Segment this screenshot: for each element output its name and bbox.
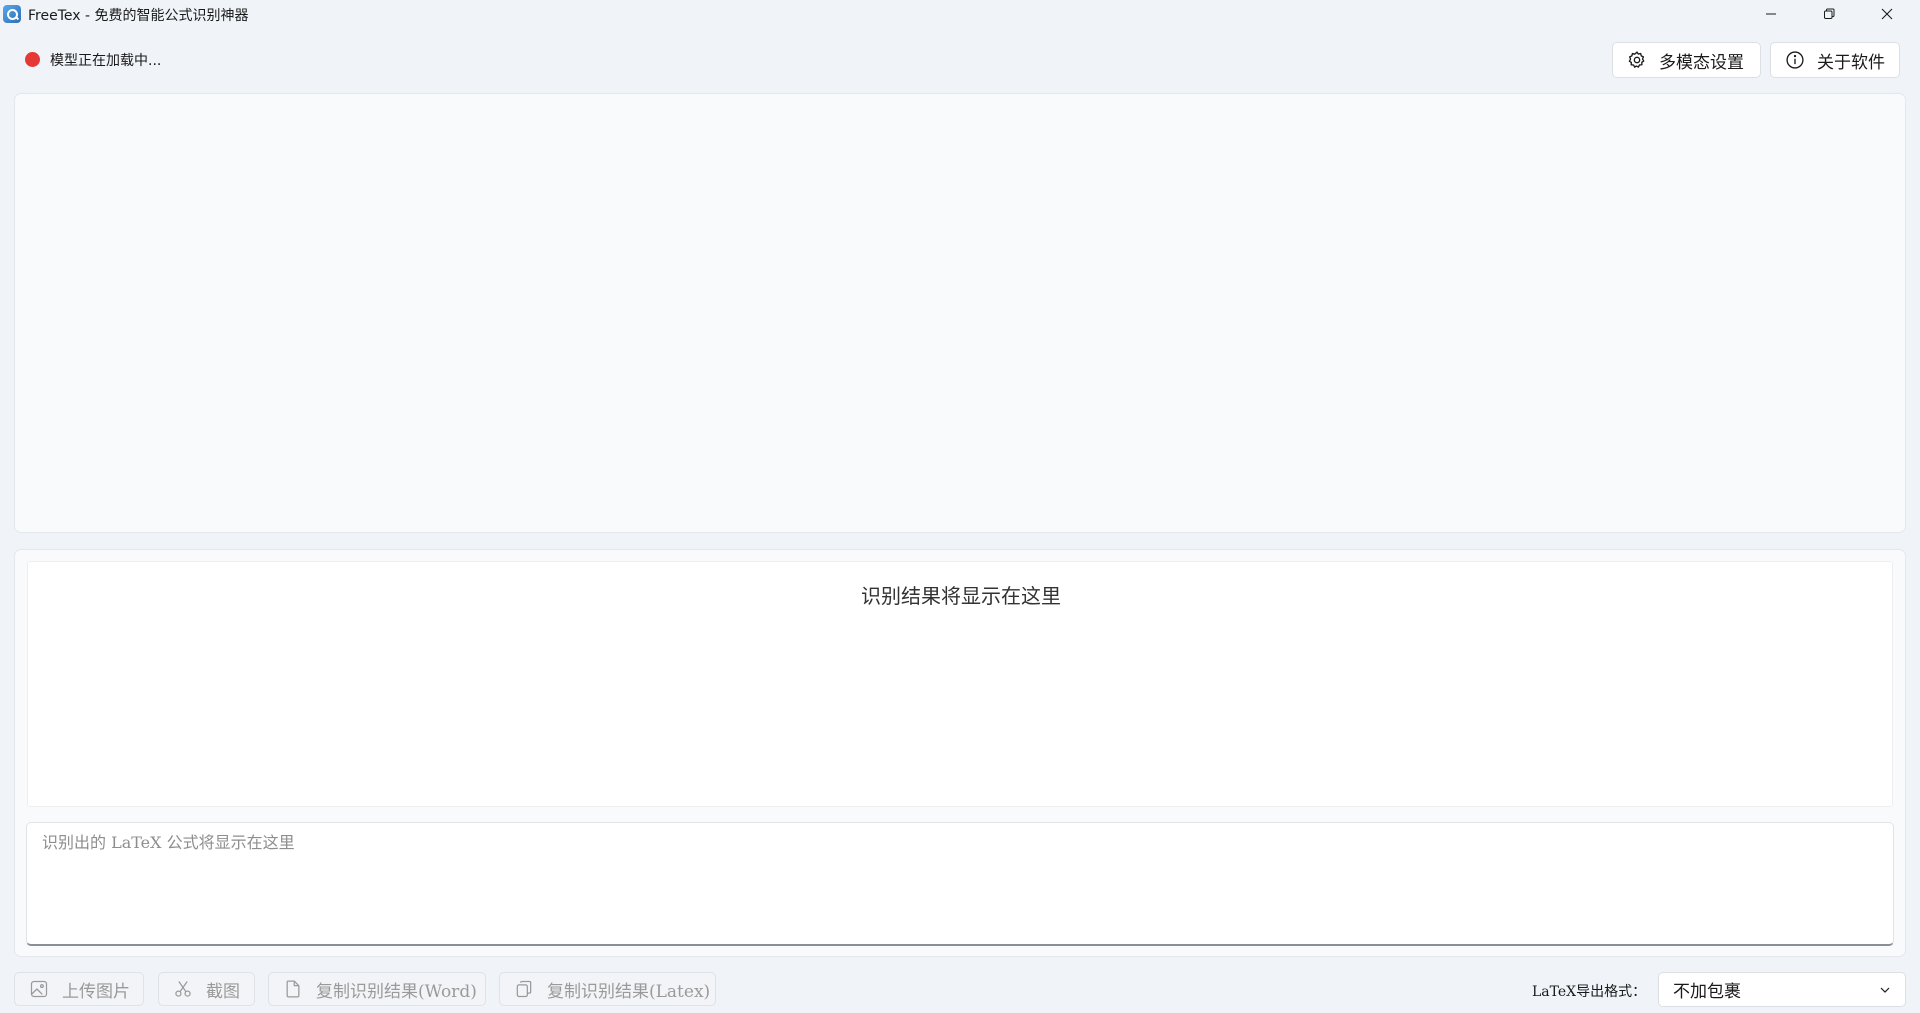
upload-image-label: 上传图片 <box>62 981 130 1002</box>
scissors-icon <box>175 981 191 997</box>
latex-export-format-value: 不加包裹 <box>1673 982 1741 1002</box>
copy-result-word-label: 复制识别结果(Word) <box>316 981 477 1002</box>
restore-button[interactable] <box>1800 0 1858 28</box>
copy-result-word-button[interactable]: 复制识别结果(Word) <box>268 972 486 1006</box>
chevron-down-icon <box>1880 987 1890 993</box>
multimodal-settings-label: 多模态设置 <box>1659 52 1744 73</box>
about-software-label: 关于软件 <box>1817 52 1885 73</box>
info-icon <box>1786 51 1804 69</box>
status-text: 模型正在加载中... <box>50 53 162 69</box>
latex-output-textarea[interactable] <box>26 822 1894 946</box>
image-icon <box>30 980 48 998</box>
copy-icon <box>516 980 532 998</box>
rendered-result-box: 识别结果将显示在这里 <box>27 561 1893 807</box>
screenshot-button[interactable]: 截图 <box>158 972 255 1006</box>
multimodal-settings-button[interactable]: 多模态设置 <box>1612 42 1761 78</box>
latex-export-format-label: LaTeX导出格式： <box>1532 984 1647 1000</box>
screenshot-label: 截图 <box>206 981 240 1002</box>
close-icon <box>1881 8 1893 20</box>
gear-icon <box>1628 51 1645 68</box>
copy-result-latex-label: 复制识别结果(Latex) <box>547 981 711 1002</box>
minimize-button[interactable] <box>1742 0 1800 28</box>
document-icon <box>286 980 300 998</box>
window-title: FreeTex - 免费的智能公式识别神器 <box>28 8 249 24</box>
minimize-icon <box>1766 13 1776 15</box>
title-bar <box>0 0 1920 28</box>
copy-result-latex-button[interactable]: 复制识别结果(Latex) <box>499 972 716 1006</box>
restore-icon <box>1824 8 1835 19</box>
image-drop-area[interactable] <box>14 93 1906 533</box>
latex-export-format-dropdown[interactable]: 不加包裹 <box>1658 972 1906 1007</box>
status-indicator-dot <box>25 52 40 67</box>
rendered-result-placeholder: 识别结果将显示在这里 <box>861 584 1061 608</box>
close-button[interactable] <box>1858 0 1916 28</box>
upload-image-button[interactable]: 上传图片 <box>14 972 144 1006</box>
about-software-button[interactable]: 关于软件 <box>1770 42 1900 78</box>
app-logo-icon <box>3 5 21 23</box>
